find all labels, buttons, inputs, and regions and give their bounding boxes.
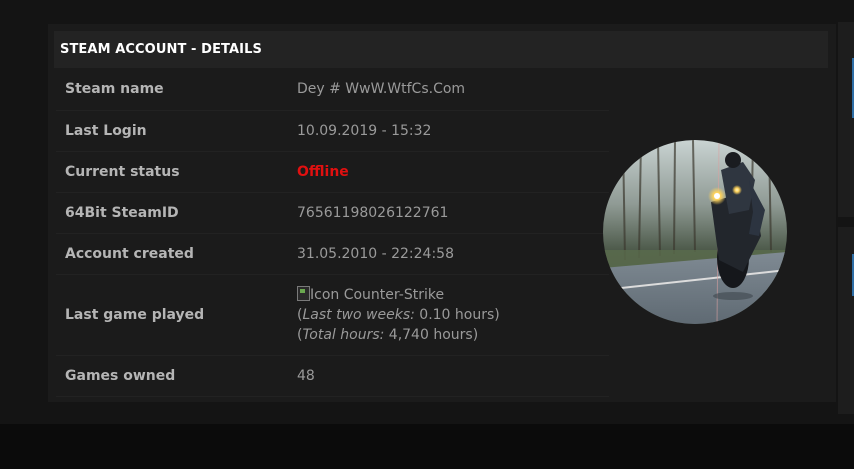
last-login-label: Last Login xyxy=(56,110,297,152)
steam-name-value: Dey # WwW.WtfCs.Com xyxy=(297,69,609,111)
panel-header: STEAM ACCOUNT - DETAILS xyxy=(54,31,828,68)
game-icon xyxy=(297,285,310,301)
last-game-cell: Icon Counter-Strike (Last two weeks: 0.1… xyxy=(297,274,609,356)
game-icon-alt: Icon xyxy=(310,286,340,303)
current-status-cell: Offline xyxy=(297,151,609,193)
last-two-weeks-label: Last two weeks: xyxy=(302,306,415,323)
last-login-value: 10.09.2019 - 15:32 xyxy=(297,110,609,152)
side-panel-gap xyxy=(838,217,854,227)
steam-name-label: Steam name xyxy=(56,69,297,111)
table-row: 64Bit SteamID 76561198026122761 xyxy=(56,192,609,234)
total-hours-value: 4,740 hours xyxy=(388,326,473,343)
status-badge: Offline xyxy=(297,163,349,180)
steamid-value: 76561198026122761 xyxy=(297,192,609,234)
account-created-value: 31.05.2010 - 22:24:58 xyxy=(297,233,609,275)
last-two-weeks-value: 0.10 hours xyxy=(419,306,495,323)
table-row: Account created 31.05.2010 - 22:24:58 xyxy=(56,233,609,275)
table-row: Last game played Icon Counter-Strike (La… xyxy=(56,274,609,356)
last-game-label: Last game played xyxy=(56,274,297,356)
account-details-table: Steam name Dey # WwW.WtfCs.Com Last Logi… xyxy=(56,69,609,397)
current-status-label: Current status xyxy=(56,151,297,193)
page-footer-band xyxy=(0,424,854,469)
last-two-weeks-line: (Last two weeks: 0.10 hours) xyxy=(297,306,500,323)
last-game-line: Icon Counter-Strike xyxy=(297,285,609,305)
table-row: Current status Offline xyxy=(56,151,609,193)
steam-account-panel: STEAM ACCOUNT - DETAILS Steam name Dey #… xyxy=(48,24,836,402)
table-row: Steam name Dey # WwW.WtfCs.Com xyxy=(56,69,609,111)
account-created-label: Account created xyxy=(56,233,297,275)
games-owned-label: Games owned xyxy=(56,355,297,397)
total-hours-line: (Total hours: 4,740 hours) xyxy=(297,326,479,343)
last-game-name: Counter-Strike xyxy=(343,286,445,303)
side-panel-edge xyxy=(838,22,854,414)
table-row: Last Login 10.09.2019 - 15:32 xyxy=(56,110,609,152)
avatar xyxy=(603,140,787,324)
steamid-label: 64Bit SteamID xyxy=(56,192,297,234)
avatar-image xyxy=(603,140,787,324)
games-owned-value: 48 xyxy=(297,355,609,397)
total-hours-label: Total hours: xyxy=(302,326,385,343)
panel-title: STEAM ACCOUNT - DETAILS xyxy=(60,42,262,57)
table-row: Games owned 48 xyxy=(56,355,609,397)
